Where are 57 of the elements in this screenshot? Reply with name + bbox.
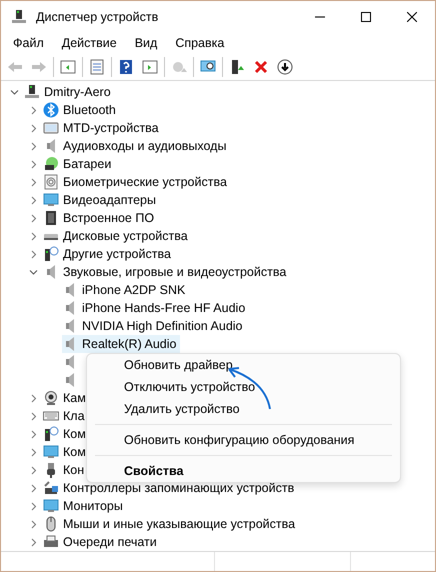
tablet-icon [43, 120, 59, 136]
window-panel-icon [142, 58, 158, 74]
window-title: Диспетчер устройств [36, 10, 160, 24]
device-item[interactable]: iPhone A2DP SNK [82, 283, 186, 297]
battery-icon [43, 156, 59, 172]
context-menu-item[interactable]: Свойства [87, 460, 400, 482]
device-category[interactable]: Аудиовходы и аудиовыходы [63, 139, 226, 153]
device-update-icon [229, 58, 245, 74]
device-category[interactable]: Звуковые, игровые и видеоустройства [63, 265, 286, 279]
device-category[interactable]: Другие устройства [63, 247, 171, 261]
unknown-device-icon [43, 246, 59, 262]
computer-name[interactable]: Dmitry-Aero [44, 85, 111, 99]
download-icon [277, 58, 293, 74]
fingerprint-icon [43, 174, 59, 190]
device-category[interactable]: Дисковые устройства [63, 229, 188, 243]
printer-icon [43, 534, 59, 550]
chip-icon [43, 210, 59, 226]
device-item[interactable]: iPhone Hands-Free HF Audio [82, 301, 246, 315]
menu-item[interactable]: Вид [128, 36, 164, 50]
device-category[interactable]: Мыши и иные указывающие устройства [63, 517, 296, 531]
app-icon [11, 9, 27, 25]
device-category[interactable]: MTD-устройства [63, 121, 159, 135]
close-icon [407, 12, 417, 22]
menu-item[interactable]: Действие [56, 36, 123, 50]
device-category[interactable]: Видеоадаптеры [63, 193, 156, 207]
properties-sheet-icon [89, 58, 105, 74]
storage-controller-icon [43, 480, 59, 496]
device-category[interactable]: Ком [63, 445, 86, 459]
device-category[interactable]: Bluetooth [63, 103, 116, 117]
device-category[interactable]: Кон [63, 463, 84, 477]
monitor-icon [43, 498, 59, 514]
device-category[interactable]: Биометрические устройства [63, 175, 227, 189]
device-category[interactable]: Кла [63, 409, 85, 423]
context-menu-item[interactable]: Обновить конфигурацию оборудования [87, 429, 400, 451]
maximize-icon [361, 12, 371, 22]
device-category[interactable]: Контроллеры запоминающих устройств [63, 481, 294, 495]
help-icon [118, 58, 134, 74]
context-menu-item[interactable]: Отключить устройство [87, 376, 400, 398]
device-category[interactable]: Ком [63, 427, 86, 441]
device-item[interactable]: NVIDIA High Definition Audio [82, 319, 243, 333]
context-menu-item[interactable]: Удалить устройство [87, 398, 400, 420]
context-menu-item[interactable]: Обновить драйвер [87, 354, 400, 376]
window-panel-icon [60, 58, 76, 74]
menu-item[interactable]: Справка [169, 36, 230, 50]
device-category[interactable]: Кам [63, 391, 86, 405]
monitor-search-icon [200, 58, 216, 74]
bluetooth-icon [43, 102, 59, 118]
close-icon [253, 58, 269, 74]
device-category[interactable]: Мониторы [63, 499, 123, 513]
webcam-icon [43, 390, 59, 406]
download-button[interactable] [275, 56, 295, 76]
device-category[interactable]: Батареи [63, 157, 112, 171]
menu-item[interactable]: Файл [7, 36, 50, 50]
device-category[interactable]: Очереди печати [63, 535, 157, 549]
monitor-icon [43, 444, 59, 460]
device-category[interactable]: Встроенное ПО [63, 211, 154, 225]
display-adapter-icon [43, 192, 59, 208]
